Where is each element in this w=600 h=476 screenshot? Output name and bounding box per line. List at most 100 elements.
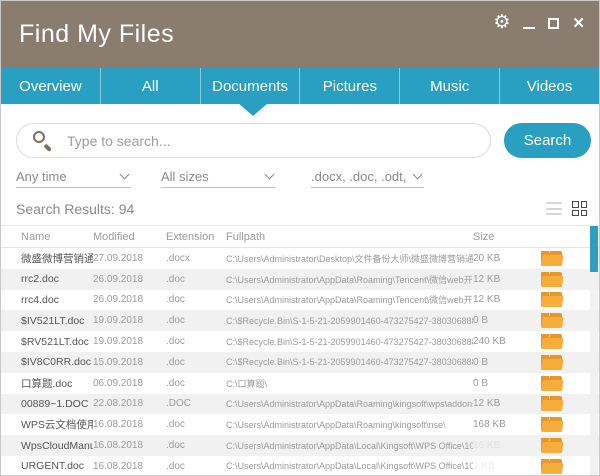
folder-icon[interactable] (541, 355, 562, 370)
modified-date-cell: 16.08.2018 (93, 461, 166, 472)
chevron-down-icon (120, 170, 130, 180)
list-view-icon[interactable] (546, 202, 562, 215)
tab-pictures[interactable]: Pictures (300, 68, 400, 104)
results-label: Search Results: (16, 201, 115, 217)
minimize-icon[interactable] (523, 27, 535, 29)
size-cell: 240 KB (473, 336, 531, 347)
folder-icon[interactable] (541, 272, 562, 287)
extension-cell: .doc (166, 357, 226, 368)
search-button[interactable]: Search (504, 123, 591, 158)
fullpath-cell: C:\口算题\ (226, 377, 473, 390)
titlebar: Find My Files ⚙ ✕ (1, 1, 599, 68)
table-row[interactable]: 00889~1.DOC22.08.2018.DOCC:\Users\Admini… (1, 394, 600, 415)
table-row[interactable]: 微盛微博营销通用...27.09.2018.docxC:\Users\Admin… (1, 248, 600, 269)
table-row[interactable]: rrc2.doc26.09.2018.docC:\Users\Administr… (1, 269, 600, 290)
size-filter-value: All sizes (161, 169, 209, 184)
file-name-cell: WpsCloudManuals... (1, 440, 93, 452)
results-header: Search Results: 94 (1, 199, 599, 221)
tab-overview[interactable]: Overview (1, 68, 101, 104)
table-row[interactable]: $RV521LT.doc19.09.2018.docC:\$Recycle.Bi… (1, 331, 600, 352)
app-title: Find My Files (19, 20, 174, 49)
fullpath-cell: C:\$Recycle.Bin\S-1-5-21-2059901460-4732… (226, 316, 473, 326)
modified-date-cell: 15.09.2018 (93, 357, 166, 368)
file-name-cell: $RV521LT.doc (1, 336, 93, 348)
folder-icon[interactable] (541, 417, 562, 432)
extension-cell: .doc (166, 274, 226, 285)
fullpath-cell: C:\Users\Administrator\AppData\Roaming\T… (226, 293, 473, 306)
file-name-cell: rrc4.doc (1, 294, 93, 306)
folder-icon-cell (531, 417, 571, 432)
search-box[interactable] (16, 123, 491, 158)
folder-icon[interactable] (541, 396, 562, 411)
tab-music[interactable]: Music (400, 68, 500, 104)
settings-gear-icon[interactable]: ⚙ (493, 13, 510, 32)
table-row[interactable]: WpsCloudManuals...16.08.2018.docC:\Users… (1, 435, 600, 456)
table-body: 微盛微博营销通用...27.09.2018.docxC:\Users\Admin… (1, 248, 600, 476)
column-header-modified[interactable]: Modified (93, 231, 166, 243)
extension-cell: .docx (166, 253, 226, 264)
tab-bar: Overview All Documents Pictures Music Vi… (1, 68, 599, 104)
size-cell: 12 KB (473, 294, 531, 305)
column-header-fullpath[interactable]: Fullpath (226, 231, 473, 243)
close-icon[interactable]: ✕ (572, 16, 585, 31)
extension-cell: .doc (166, 294, 226, 305)
folder-icon[interactable] (541, 313, 562, 328)
size-cell: 12 KB (473, 274, 531, 285)
size-cell: 0 B (473, 378, 531, 389)
results-count: 94 (119, 201, 135, 217)
grid-view-icon[interactable] (572, 201, 587, 216)
folder-icon[interactable] (541, 376, 562, 391)
filter-bar: Any time All sizes .docx, .doc, .odt, .r (1, 166, 599, 190)
folder-icon[interactable] (541, 438, 562, 453)
column-header-name[interactable]: Name (1, 231, 93, 243)
table-row[interactable]: WPS云文档使用简...16.08.2018.docC:\Users\Admin… (1, 414, 600, 435)
extension-cell: .doc (166, 461, 226, 472)
modified-date-cell: 19.09.2018 (93, 336, 166, 347)
size-cell: 1 KB (473, 461, 531, 472)
scrollbar-track[interactable] (590, 225, 598, 476)
modified-date-cell: 16.08.2018 (93, 419, 166, 430)
table-row[interactable]: URGENT.doc16.08.2018.docC:\Users\Adminis… (1, 456, 600, 476)
search-input[interactable] (67, 133, 490, 149)
table-row[interactable]: rrc4.doc26.09.2018.docC:\Users\Administr… (1, 290, 600, 311)
modified-date-cell: 26.09.2018 (93, 294, 166, 305)
size-cell: 20 KB (473, 253, 531, 264)
table-row[interactable]: $IV8C0RR.doc15.09.2018.docC:\$Recycle.Bi… (1, 352, 600, 373)
column-header-extension[interactable]: Extension (166, 231, 226, 243)
folder-icon-cell (531, 251, 571, 266)
fullpath-cell: C:\Users\Administrator\AppData\Roaming\k… (226, 399, 473, 409)
table-row[interactable]: $IV521LT.doc19.09.2018.docC:\$Recycle.Bi… (1, 310, 600, 331)
folder-icon[interactable] (541, 334, 562, 349)
fullpath-cell: C:\Users\Administrator\AppData\Local\Kin… (226, 441, 473, 451)
time-filter-dropdown[interactable]: Any time (16, 166, 131, 188)
scrollbar-thumb[interactable] (590, 226, 598, 272)
file-name-cell: 00889~1.DOC (1, 398, 93, 410)
size-filter-dropdown[interactable]: All sizes (161, 166, 276, 188)
size-cell: 0 B (473, 315, 531, 326)
search-icon (33, 131, 53, 151)
results-table: Name Modified Extension Fullpath Size 微盛… (1, 225, 600, 476)
folder-icon[interactable] (541, 292, 562, 307)
maximize-icon[interactable] (548, 18, 559, 29)
column-header-size[interactable]: Size (473, 231, 531, 243)
tab-all[interactable]: All (101, 68, 201, 104)
size-cell: 168 KB (473, 419, 531, 430)
modified-date-cell: 27.09.2018 (93, 253, 166, 264)
folder-icon[interactable] (541, 251, 562, 266)
folder-icon-cell (531, 292, 571, 307)
app-window: Find My Files ⚙ ✕ Overview All Documents… (0, 0, 600, 476)
table-row[interactable]: 口算题.doc06.09.2018.docC:\口算题\0 B (1, 373, 600, 394)
size-cell: 12 KB (473, 398, 531, 409)
tab-videos[interactable]: Videos (500, 68, 599, 104)
extension-cell: .doc (166, 378, 226, 389)
folder-icon-cell (531, 396, 571, 411)
folder-icon[interactable] (541, 459, 562, 474)
extension-cell: .doc (166, 315, 226, 326)
tab-documents[interactable]: Documents (201, 68, 301, 104)
extension-cell: .doc (166, 440, 226, 451)
file-name-cell: URGENT.doc (1, 460, 93, 472)
extension-cell: .doc (166, 336, 226, 347)
filetype-filter-dropdown[interactable]: .docx, .doc, .odt, .r (311, 166, 424, 188)
file-name-cell: $IV521LT.doc (1, 315, 93, 327)
size-cell: 0 B (473, 357, 531, 368)
